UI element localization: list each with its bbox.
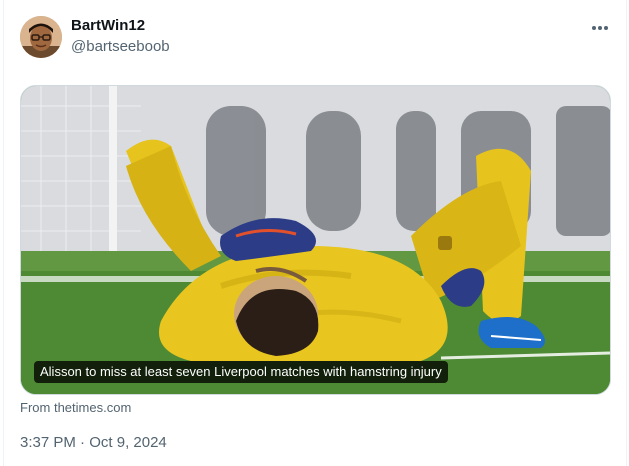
card-caption: Alisson to miss at least seven Liverpool… [34,361,448,383]
tweet-timestamp[interactable]: 3:37 PM · Oct 9, 2024 [20,433,167,453]
more-button[interactable] [586,18,614,38]
more-horizontal-icon [592,26,608,30]
source-prefix: From [20,400,51,415]
card-source: From thetimes.com [20,400,131,416]
author-handle[interactable]: @bartseeboob [71,37,170,57]
tweet-date: Oct 9, 2024 [89,434,167,451]
card-image [21,86,610,394]
tweet-time: 3:37 PM [20,434,76,451]
timestamp-separator: · [80,434,86,451]
timeline-border-right [626,0,627,466]
tweet: BartWin12 @bartseeboob Alisson to miss a… [0,0,629,466]
author-name[interactable]: BartWin12 [71,16,145,36]
avatar[interactable] [20,16,62,58]
timeline-border-left [3,0,4,466]
source-domain-link[interactable]: thetimes.com [54,400,131,415]
profile-avatar-icon [20,16,62,58]
link-card[interactable]: Alisson to miss at least seven Liverpool… [20,85,611,395]
